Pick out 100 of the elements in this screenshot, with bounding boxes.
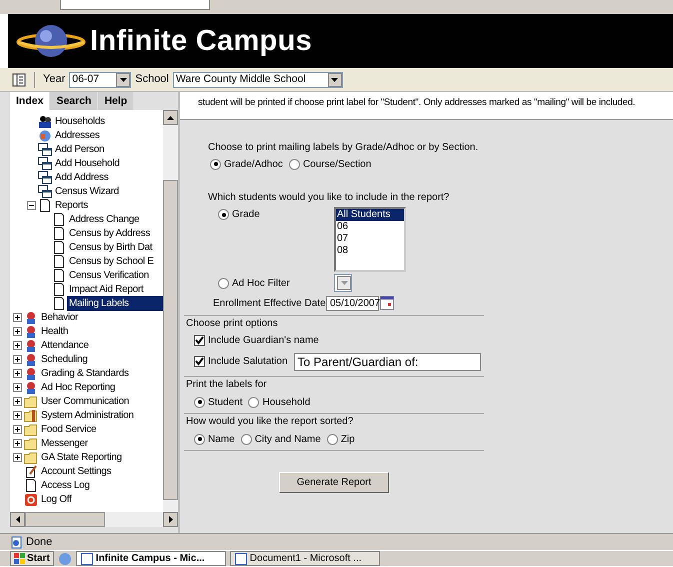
tree-item[interactable]: Grading & Standards [39,366,131,380]
expand-icon[interactable] [13,326,22,336]
radio-button[interactable] [218,278,229,288]
expand-icon[interactable] [13,340,22,350]
tree-item[interactable]: Add Person [53,142,106,156]
module-icon [24,310,38,324]
tree-item[interactable]: Impact Aid Report [67,282,146,296]
list-option[interactable]: 06 [336,221,404,233]
tree-item[interactable]: Ad Hoc Reporting [39,380,118,394]
tree-item[interactable]: Census Verification [67,268,151,282]
tree-item[interactable]: Account Settings [39,464,114,478]
tree-item[interactable]: GA State Reporting [39,450,124,464]
scrollbar-thumb[interactable] [25,512,105,527]
module-icon [24,352,38,366]
tree-item[interactable]: Behavior [39,310,80,324]
tree-item[interactable]: Add Household [53,156,122,170]
tree-item[interactable]: Census Wizard [53,184,121,198]
module-icon [24,380,38,394]
radio-button[interactable] [194,396,205,408]
radio-button[interactable] [248,396,260,408]
radio-button[interactable] [210,158,221,170]
expand-icon[interactable] [13,424,22,434]
expand-icon[interactable] [13,396,22,406]
tree-item[interactable]: Reports [53,198,90,212]
tree-item[interactable]: Access Log [39,478,92,492]
window-icon [38,184,52,198]
option-label: Ad Hoc Filter [232,276,290,290]
up-arrow-icon [167,116,174,120]
window-icon [38,156,52,170]
tree-item[interactable]: Addresses [53,128,102,142]
scroll-right-button[interactable] [163,512,178,527]
start-button[interactable]: Start [10,551,54,566]
radio-button[interactable] [218,209,229,220]
list-option[interactable]: 07 [336,233,404,245]
tree-item[interactable]: Log Off [39,492,74,506]
tree-item[interactable]: Address Change [67,212,142,226]
tree-item[interactable]: Scheduling [39,352,90,366]
generate-report-button[interactable]: Generate Report [278,472,390,493]
tab[interactable]: Search [50,92,98,110]
scrollbar-thumb[interactable] [163,180,178,500]
tree-item[interactable]: User Communication [39,394,131,408]
school-dropdown[interactable]: Ware County Middle School [172,72,343,88]
checkbox[interactable] [194,356,205,368]
tab[interactable]: Help [98,92,134,110]
caret-icon [340,281,348,285]
expand-icon[interactable] [13,382,22,392]
tree-item[interactable]: Census by Birth Dat [67,240,154,254]
notepad-icon [24,464,38,478]
expand-icon[interactable] [13,452,22,462]
globe-icon [38,128,52,142]
tree-item[interactable]: Messenger [39,436,90,450]
caret-icon [120,78,127,82]
taskbar-window-button[interactable]: Document1 - Microsoft ... [230,551,380,566]
tree-item[interactable]: Households [53,114,107,128]
option-label: Student [208,396,242,410]
tree-item[interactable]: Food Service [39,422,98,436]
left-arrow-icon [16,516,20,523]
panel-toggle-icon[interactable] [12,72,26,86]
scroll-left-button[interactable] [10,512,25,527]
expand-icon[interactable] [13,410,22,420]
list-option[interactable]: 08 [336,245,404,257]
date-field[interactable]: 05/10/2007 [326,296,379,310]
windows-logo-icon [14,553,25,564]
tab[interactable]: Index [10,92,50,110]
tree-item[interactable]: Census by Address [67,226,152,240]
year-dropdown[interactable]: 06-07 [69,72,132,88]
salutation-field[interactable]: To Parent/Guardian of: [294,352,481,371]
checkbox[interactable] [194,335,205,346]
tree-item[interactable]: Health [39,324,70,338]
page-icon [52,282,66,296]
option-label: City and Name [254,432,321,446]
filter-dropdown[interactable] [334,274,352,292]
expand-icon[interactable] [13,368,22,378]
collapse-icon[interactable] [27,200,36,210]
radio-button[interactable] [288,158,300,170]
calendar-icon[interactable] [380,296,394,310]
right-arrow-icon [168,516,172,523]
tree-item[interactable]: Mailing Labels [67,296,163,310]
expand-icon[interactable] [13,312,22,322]
address-field[interactable] [60,0,210,10]
tree-item[interactable]: Census by School E [67,254,156,268]
folder-icon [24,394,38,408]
radio-button[interactable] [194,434,205,444]
expand-icon[interactable] [13,438,22,448]
page-icon [52,296,66,310]
list-option[interactable]: All Students [336,209,404,221]
tree-item[interactable]: Add Address [53,170,110,184]
radio-button[interactable] [240,434,252,444]
window-icon [80,552,93,564]
expand-icon[interactable] [13,354,22,364]
grade-listbox[interactable]: All Students 06 07 08 [334,207,406,272]
scroll-up-button[interactable] [163,110,178,125]
taskbar-window-button[interactable]: Infinite Campus - Mic... [76,551,226,566]
module-icon [24,324,38,338]
option-label: Grade/Adhoc [224,158,283,172]
tree-item[interactable]: Attendance [39,338,91,352]
tree-item[interactable]: System Administration [39,408,136,422]
module-icon [24,366,38,380]
module-icon [24,338,38,352]
radio-button[interactable] [326,434,338,444]
